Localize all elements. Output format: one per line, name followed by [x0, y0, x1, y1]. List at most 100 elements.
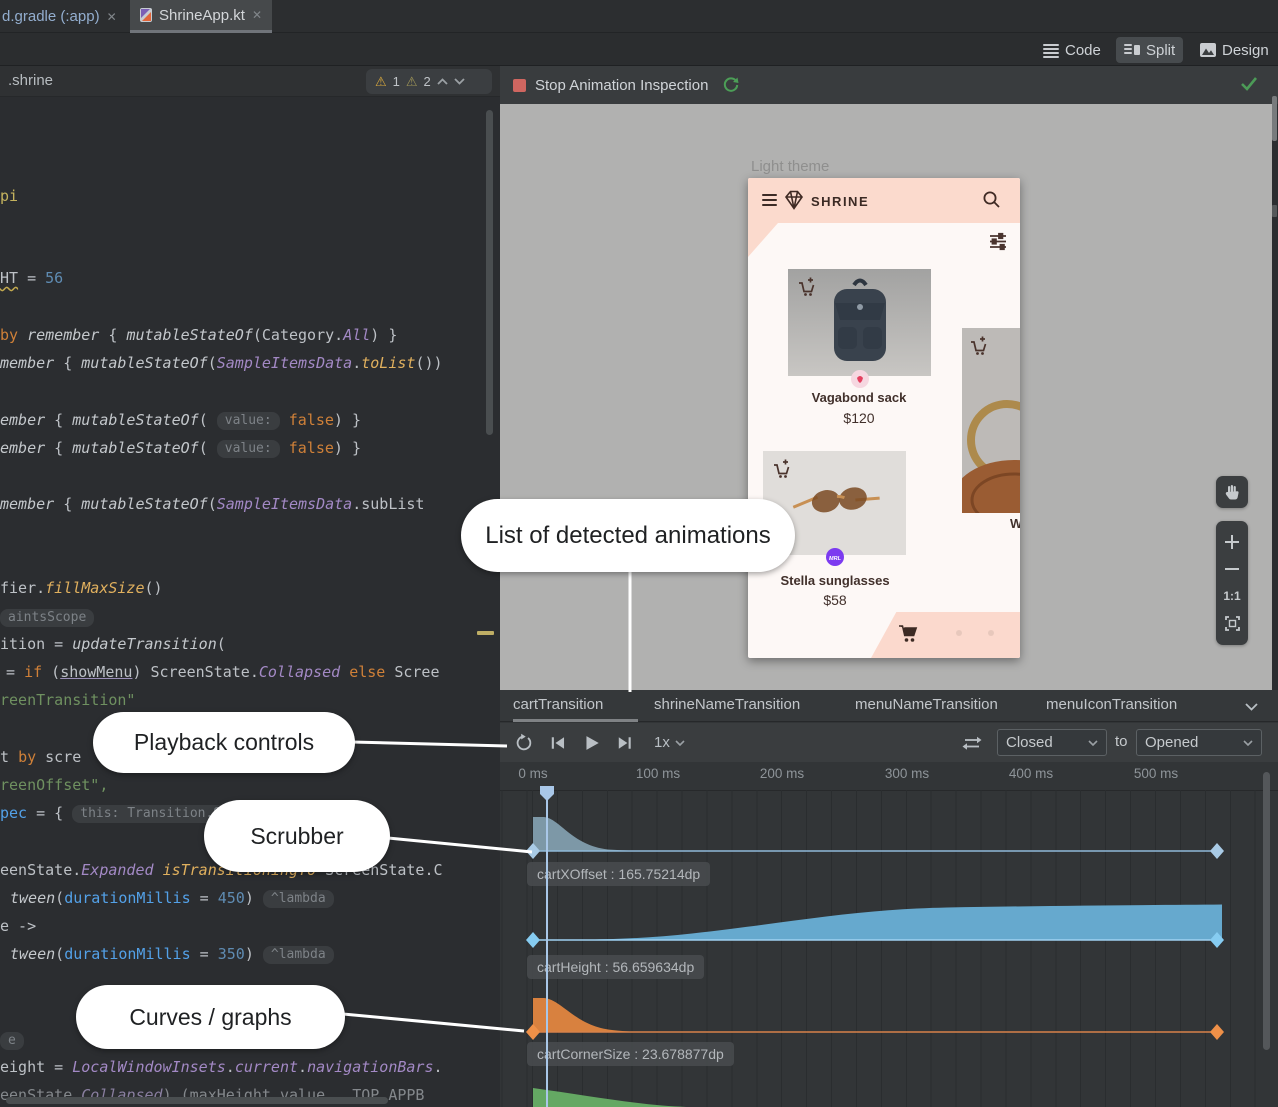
code-line: by remember { mutableStateOf(Category.Al… [0, 325, 397, 347]
add-to-cart-icon[interactable] [771, 459, 791, 479]
code-line: fier.fillMaxSize() [0, 578, 163, 600]
mode-code-label: Code [1065, 42, 1101, 59]
kotlin-file-icon [140, 8, 152, 22]
add-to-cart-icon[interactable] [968, 336, 988, 356]
design-icon [1200, 43, 1216, 57]
tab-shrineapp[interactable]: ShrineApp.kt ✕ [130, 0, 272, 33]
keyframe-diamond[interactable] [526, 932, 540, 948]
code-line: aintsScope [0, 607, 94, 629]
shrine-brand-label: SHRINE [811, 194, 869, 209]
code-line: HT = 56 [0, 268, 63, 290]
editor-horizontal-scrollbar[interactable] [6, 1097, 388, 1104]
svg-text:MRL: MRL [829, 556, 842, 562]
curve-value-chip: cartHeight : 56.659634dp [527, 955, 704, 979]
code-line: = if (showMenu) ScreenState.Collapsed el… [6, 662, 440, 684]
curve-cart-x-offset [533, 817, 705, 851]
code-lines: piHT = 56by remember { mutableStateOf(Ca… [0, 0, 500, 1107]
mode-split-label: Split [1146, 42, 1175, 59]
code-line: eight = LocalWindowInsets.current.naviga… [0, 1057, 443, 1079]
mode-split-button[interactable]: Split [1116, 37, 1183, 63]
view-mode-bar: Code Split Design [0, 33, 1278, 66]
code-line: tween(durationMillis = 350) ^lambda [10, 944, 334, 966]
tab-gradle[interactable]: d.gradle (:app) ✕ [0, 0, 127, 33]
editor-tab-bar: d.gradle (:app) ✕ ShrineApp.kt ✕ [0, 0, 1278, 33]
code-line: ember { mutableStateOf( value: false) } [0, 438, 361, 460]
designer-badge: MRL [826, 548, 844, 566]
tab-close-icon[interactable]: ✕ [107, 10, 117, 24]
callout-scrubber: Scrubber [204, 800, 390, 872]
code-line: tween(durationMillis = 450) ^lambda [10, 888, 334, 910]
refresh-icon[interactable] [722, 76, 740, 94]
product-name: Vagabond sack [812, 390, 907, 405]
menu-icon[interactable] [762, 194, 777, 209]
callout-curves-graphs: Curves / graphs [76, 985, 345, 1049]
editor-fold-marker [477, 631, 494, 635]
preview-theme-label: Light theme [751, 158, 829, 175]
timeline-scrollbar[interactable] [1263, 772, 1270, 1050]
breadcrumb[interactable]: .shrine [8, 72, 53, 89]
callout-label: Scrubber [250, 823, 343, 850]
mode-design-label: Design [1222, 42, 1269, 59]
keyframe-diamond[interactable] [1210, 843, 1224, 859]
add-to-cart-icon[interactable] [796, 277, 816, 297]
shrine-app-preview: SHRINE [748, 178, 1020, 658]
zoom-controls: 1:1 [1216, 521, 1248, 645]
filter-tune-icon[interactable] [988, 231, 1008, 251]
warning-count: 1 [393, 74, 400, 89]
tab-close-icon[interactable]: ✕ [252, 8, 262, 22]
curve-value-chip: cartCornerSize : 23.678877dp [527, 1042, 734, 1066]
code-line: t by scre [0, 747, 81, 769]
callout-label: List of detected animations [485, 522, 771, 550]
code-line: reenOffset", [0, 775, 108, 797]
weak-warning-icon: ⚠ [406, 74, 418, 90]
preview-canvas[interactable]: Light theme SHRINE [500, 104, 1272, 690]
inspections-widget[interactable]: ⚠ 1 ⚠ 2 [366, 69, 492, 94]
split-icon [1124, 44, 1140, 56]
zoom-actual-size-button[interactable]: 1:1 [1223, 589, 1240, 603]
stop-icon[interactable] [513, 79, 526, 92]
shrine-logo-icon [782, 189, 806, 211]
scrubber-handle[interactable] [539, 785, 555, 802]
pan-tool-button[interactable] [1216, 476, 1248, 508]
code-line: ition = updateTransition( [0, 634, 226, 656]
product-image-vagabond-sack[interactable] [788, 269, 931, 376]
callout-playback-controls: Playback controls [93, 712, 355, 773]
zoom-to-fit-icon[interactable] [1225, 616, 1240, 631]
curve-cart-corner-size [533, 998, 712, 1032]
scrubber-line[interactable] [546, 793, 548, 1107]
editor-vertical-scrollbar[interactable] [486, 110, 493, 435]
code-line: reenTransition" [0, 690, 135, 712]
mode-design-button[interactable]: Design [1192, 37, 1277, 63]
shrine-cart-bar[interactable] [871, 612, 1020, 658]
warning-icon: ⚠ [375, 74, 387, 90]
designer-badge [851, 370, 869, 388]
curve-cart-height [533, 905, 1222, 941]
code-editor[interactable]: piHT = 56by remember { mutableStateOf(Ca… [0, 0, 500, 1107]
code-line: member { mutableStateOf(SampleItemsData.… [0, 494, 424, 516]
curve-value-chip: cartXOffset : 165.75214dp [527, 862, 710, 886]
shrine-appbar-notch [748, 223, 778, 257]
search-icon[interactable] [982, 190, 1001, 209]
cart-icon[interactable] [897, 622, 919, 644]
code-line: e -> [0, 916, 36, 938]
keyframe-diamond[interactable] [1210, 1024, 1224, 1040]
animation-inspection-bar: Stop Animation Inspection [500, 66, 1278, 104]
zoom-in-button[interactable] [1225, 535, 1239, 549]
stop-animation-inspection-button[interactable]: Stop Animation Inspection [535, 77, 708, 94]
mode-code-button[interactable]: Code [1035, 37, 1109, 63]
prev-warning-icon[interactable] [437, 78, 448, 85]
preview-scrollbar[interactable] [1272, 96, 1277, 141]
hand-icon [1224, 484, 1240, 500]
tab-gradle-label: d.gradle (:app) [2, 8, 100, 25]
product-name: Stella sunglasses [780, 573, 889, 588]
build-success-check-icon [1240, 76, 1258, 91]
code-line: ember { mutableStateOf( value: false) } [0, 410, 361, 432]
code-line: e [0, 1030, 24, 1052]
callout-label: Curves / graphs [129, 1004, 291, 1031]
product-price: $58 [823, 592, 846, 608]
product-image-belt[interactable] [962, 328, 1020, 513]
tab-shrineapp-label: ShrineApp.kt [159, 7, 245, 24]
zoom-out-button[interactable] [1225, 562, 1239, 576]
product-name-partial: Whit [1010, 516, 1020, 531]
next-warning-icon[interactable] [454, 78, 465, 85]
